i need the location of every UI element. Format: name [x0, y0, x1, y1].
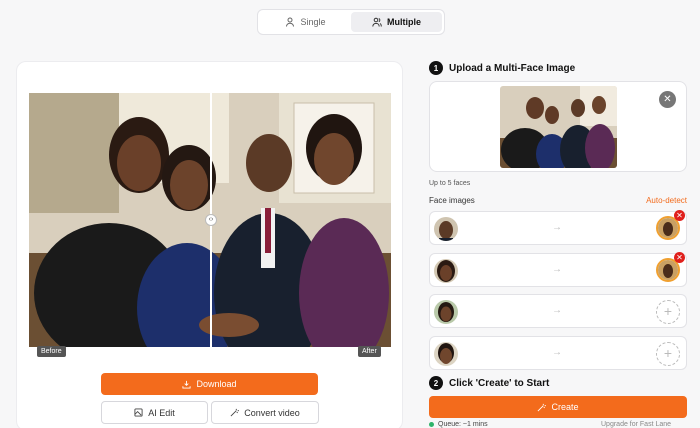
mode-multiple-label: Multiple — [387, 17, 421, 27]
magic-wand-icon — [230, 408, 240, 417]
status-dot-icon — [429, 422, 434, 427]
queue-status: Queue: ~1 mins — [429, 421, 488, 428]
face-images-label: Face images — [429, 196, 475, 205]
arrow-right-icon: → — [552, 264, 562, 275]
mode-toggle: Single Multiple — [257, 9, 445, 35]
source-face-thumbnail — [434, 300, 458, 324]
face-row: → ✕ — [429, 210, 687, 245]
auto-detect-link[interactable]: Auto-detect — [646, 196, 687, 205]
download-button[interactable]: Download — [101, 373, 318, 395]
uploaded-image-thumbnail — [500, 86, 617, 168]
mode-single-tab[interactable]: Single — [260, 12, 351, 32]
upload-hint: Up to 5 faces — [429, 180, 471, 187]
compare-handle-icon[interactable]: ‹› — [205, 214, 217, 226]
upload-dropzone[interactable]: ✕ — [429, 81, 687, 172]
face-row: → ✕ — [429, 252, 687, 287]
face-images-header: Face images Auto-detect — [429, 196, 687, 205]
ai-edit-button[interactable]: AI Edit — [101, 401, 208, 424]
face-row: → + — [429, 294, 687, 328]
user-icon — [286, 17, 295, 27]
step-2-title: 2 Click 'Create' to Start — [429, 376, 549, 390]
users-icon — [372, 17, 382, 27]
remove-image-close-icon[interactable]: ✕ — [659, 91, 676, 108]
mode-single-label: Single — [300, 17, 326, 27]
source-face-thumbnail — [434, 342, 458, 366]
remove-face-icon[interactable]: ✕ — [674, 210, 685, 221]
arrow-right-icon: → — [552, 222, 562, 233]
add-target-face-button[interactable]: + — [656, 300, 680, 324]
source-face-thumbnail — [434, 217, 458, 241]
arrow-right-icon: → — [552, 305, 562, 316]
step-2-label: Click 'Create' to Start — [449, 377, 550, 389]
mode-multiple-tab[interactable]: Multiple — [351, 12, 442, 32]
arrow-right-icon: → — [552, 347, 562, 358]
step-1-title: 1 Upload a Multi-Face Image — [429, 61, 575, 75]
after-tag: After — [358, 346, 381, 357]
remove-face-icon[interactable]: ✕ — [674, 252, 685, 263]
source-face-thumbnail — [434, 259, 458, 283]
download-label: Download — [196, 379, 237, 389]
download-icon — [182, 380, 192, 389]
step-1-label: Upload a Multi-Face Image — [449, 62, 576, 74]
step-2-number: 2 — [429, 376, 443, 390]
create-label: Create — [551, 402, 579, 412]
image-edit-icon — [134, 408, 143, 417]
convert-video-button[interactable]: Convert video — [211, 401, 319, 424]
convert-video-label: Convert video — [244, 407, 300, 418]
preview-card: ‹› Before After Download AI Edit Convert… — [16, 61, 403, 428]
add-target-face-button[interactable]: + — [656, 342, 680, 366]
magic-wand-icon — [538, 403, 547, 411]
ai-edit-label: AI Edit — [148, 407, 175, 418]
face-row: → + — [429, 336, 687, 370]
queue-text: Queue: ~1 mins — [438, 421, 488, 428]
before-tag: Before — [37, 346, 66, 357]
create-button[interactable]: Create — [429, 396, 687, 418]
before-after-compare[interactable]: ‹› — [29, 93, 391, 347]
upgrade-link[interactable]: Upgrade for Fast Lane — [601, 421, 671, 428]
step-1-number: 1 — [429, 61, 443, 75]
